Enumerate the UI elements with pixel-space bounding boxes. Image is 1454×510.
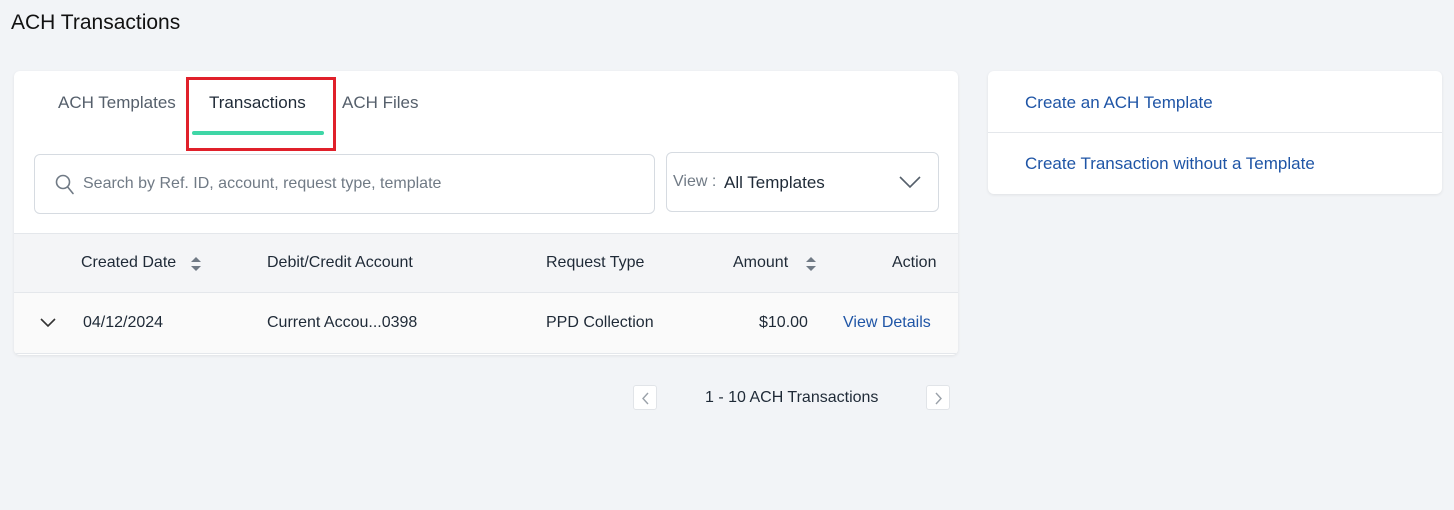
tab-ach-templates[interactable]: ACH Templates xyxy=(58,91,176,115)
view-filter-label: View : xyxy=(673,173,717,190)
sort-icon[interactable] xyxy=(805,256,817,272)
header-debit-credit-account: Debit/Credit Account xyxy=(267,254,413,271)
pagination-summary: 1 - 10 ACH Transactions xyxy=(705,389,879,406)
previous-page-button[interactable] xyxy=(633,385,657,410)
cell-request-type: PPD Collection xyxy=(546,314,654,331)
divider xyxy=(988,132,1442,133)
view-filter-select[interactable]: View : All Templates xyxy=(666,152,939,212)
cell-account: Current Accou...0398 xyxy=(267,314,418,331)
transactions-card: ACH Templates Transactions ACH Files Vie… xyxy=(14,71,958,355)
cell-amount: $10.00 xyxy=(759,314,808,331)
view-details-link[interactable]: View Details xyxy=(843,314,931,332)
create-ach-template-link[interactable]: Create an ACH Template xyxy=(1025,93,1213,113)
cell-created-date: 04/12/2024 xyxy=(83,314,164,331)
table-row: 04/12/2024 Current Accou...0398 PPD Coll… xyxy=(14,293,958,354)
create-transaction-without-template-link[interactable]: Create Transaction without a Template xyxy=(1025,154,1315,174)
tab-ach-files[interactable]: ACH Files xyxy=(342,91,419,115)
next-page-button[interactable] xyxy=(926,385,950,410)
table-header: Created Date Debit/Credit Account Reques… xyxy=(14,233,958,293)
chevron-down-icon xyxy=(899,176,921,189)
header-created-date[interactable]: Created Date xyxy=(81,254,176,272)
view-filter-value: All Templates xyxy=(724,173,825,192)
chevron-down-icon[interactable] xyxy=(40,318,56,328)
header-request-type: Request Type xyxy=(546,254,645,271)
search-icon xyxy=(55,174,74,195)
search-input[interactable] xyxy=(83,155,643,213)
chevron-left-icon xyxy=(642,392,649,405)
tab-transactions[interactable]: Transactions xyxy=(209,91,306,115)
search-box xyxy=(34,154,655,214)
header-amount[interactable]: Amount xyxy=(733,254,788,272)
chevron-right-icon xyxy=(935,392,942,405)
sort-icon[interactable] xyxy=(190,256,202,272)
quick-actions-card: Create an ACH Template Create Transactio… xyxy=(988,71,1442,194)
page-title: ACH Transactions xyxy=(11,11,181,34)
active-tab-indicator xyxy=(192,131,324,135)
header-action: Action xyxy=(892,254,937,271)
tab-bar: ACH Templates Transactions ACH Files xyxy=(14,71,958,137)
